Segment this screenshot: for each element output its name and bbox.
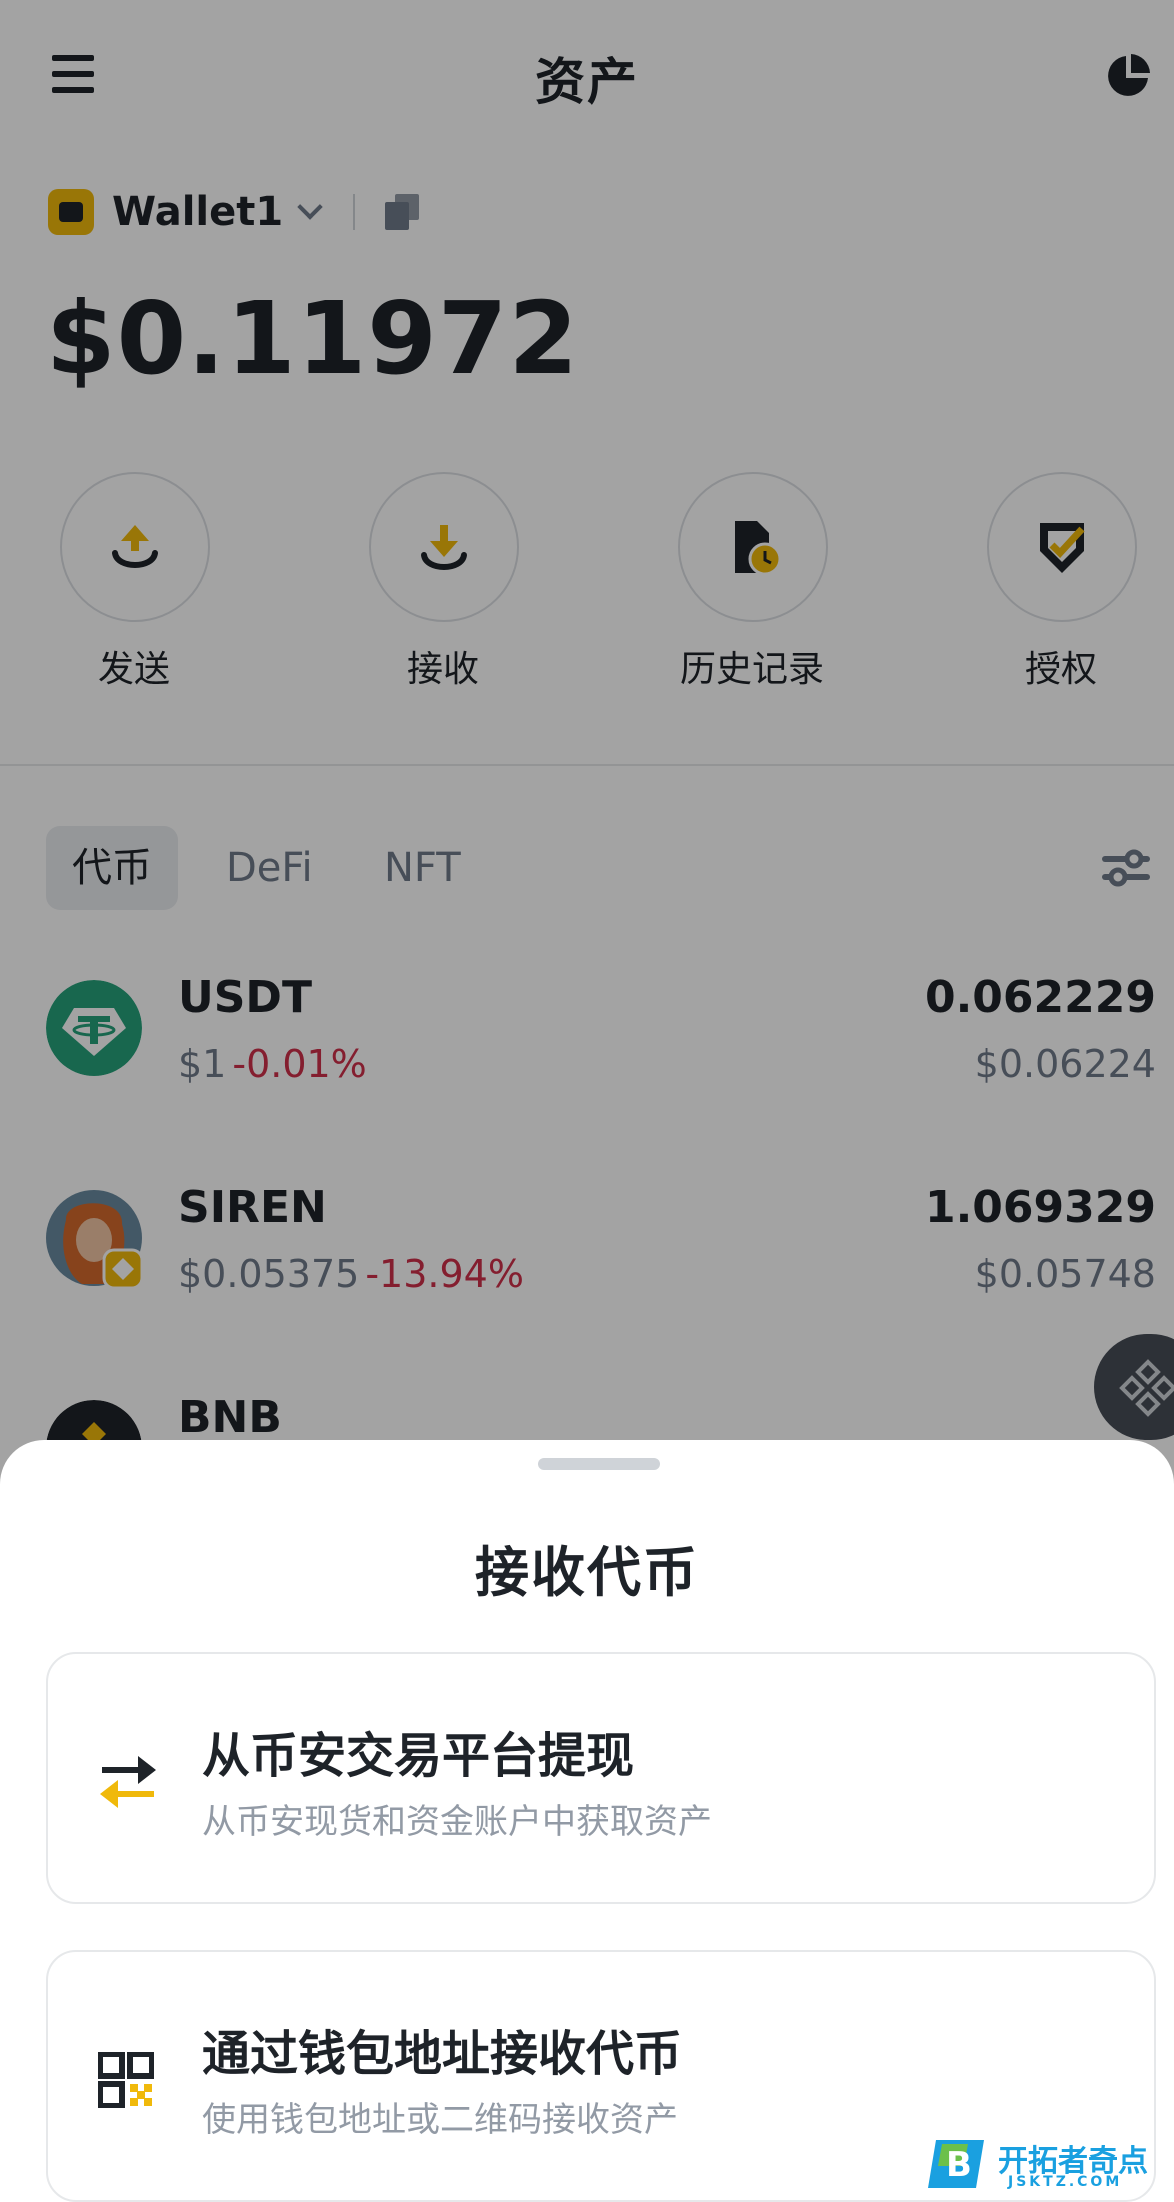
site-watermark: B 开拓者奇点 JSKTZ.COM <box>928 2134 1174 2193</box>
watermark-url: JSKTZ.COM <box>1008 2173 1123 2190</box>
qr-code-icon <box>98 2052 154 2108</box>
option-withdraw-from-exchange[interactable]: 从币安交易平台提现 从币安现货和资金账户中获取资产 <box>46 1652 1156 1904</box>
sheet-title: 接收代币 <box>475 1541 699 1604</box>
option-title: 从币安交易平台提现 <box>202 1728 635 1784</box>
option-title: 通过钱包地址接收代币 <box>202 2026 683 2082</box>
receive-sheet: 接收代币 从币安交易平台提现 从币安现货和资金账户中获取资产 通过钱包地址接收代… <box>0 1440 1174 2202</box>
option-subtitle: 从币安现货和资金账户中获取资产 <box>202 1802 712 1842</box>
watermark-logo-icon: B <box>928 2139 984 2188</box>
svg-text:B: B <box>946 2145 972 2185</box>
transfer-arrows-icon <box>100 1756 156 1808</box>
option-subtitle: 使用钱包地址或二维码接收资产 <box>202 2100 678 2140</box>
drag-handle[interactable] <box>538 1458 660 1470</box>
